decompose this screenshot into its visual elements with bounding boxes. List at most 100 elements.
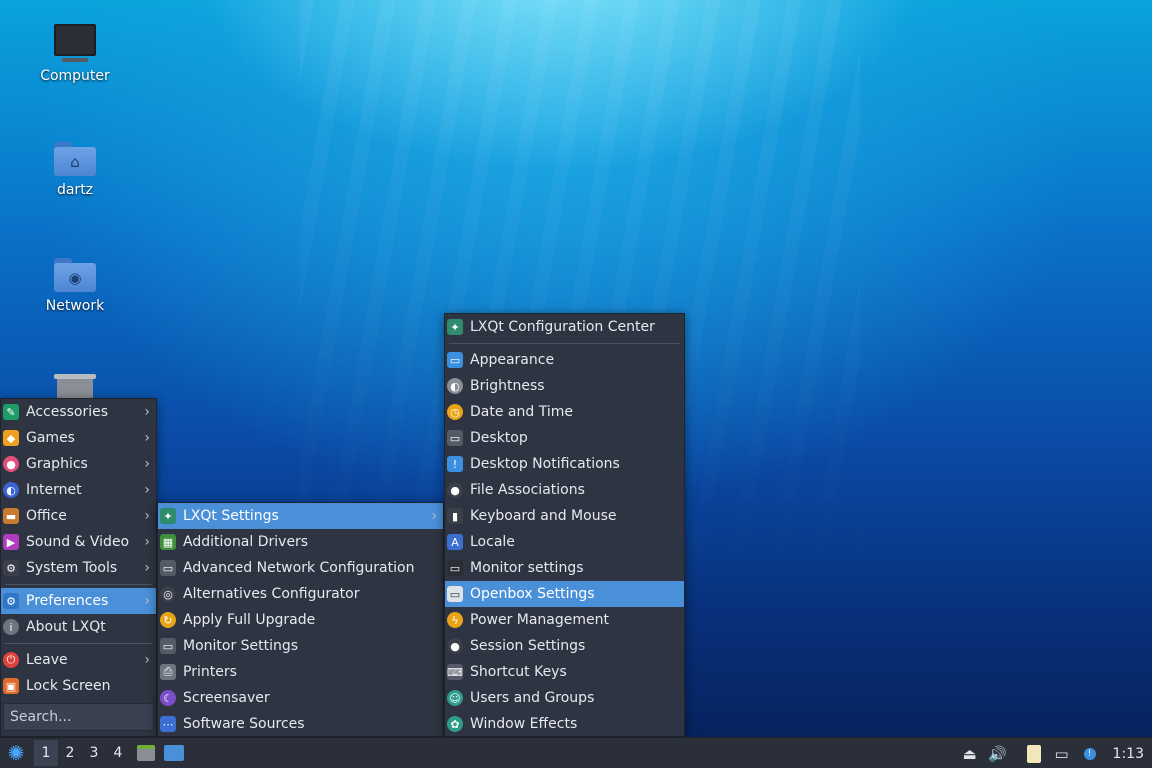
monitor-icon: ▭ — [160, 638, 176, 654]
menu-item-label: Leave — [26, 652, 68, 668]
menu-item-locale[interactable]: A Locale — [445, 529, 684, 555]
menu-item-apply-full-upgrade[interactable]: ↻ Apply Full Upgrade — [158, 607, 443, 633]
games-icon: ◆ — [3, 430, 19, 446]
file-manager-launcher[interactable] — [134, 741, 158, 765]
menu-item-printers[interactable]: ⎙ Printers — [158, 659, 443, 685]
preferences-submenu: ✦ LXQt Settings › ▦ Additional Drivers ▭… — [157, 502, 444, 737]
menu-item-label: Printers — [183, 664, 237, 680]
desktop-icon-trash[interactable] — [30, 374, 120, 398]
menu-item-preferences[interactable]: ⚙ Preferences › — [1, 588, 156, 614]
desktop-icon-label: dartz — [56, 182, 94, 198]
menu-item-label: Graphics — [26, 456, 88, 472]
menu-item-screensaver[interactable]: ☾ Screensaver — [158, 685, 443, 711]
clock-icon: ◷ — [447, 404, 463, 420]
menu-item-power-management[interactable]: ϟ Power Management — [445, 607, 684, 633]
menu-item-label: Date and Time — [470, 404, 573, 420]
menu-item-network-config[interactable]: ▭ Advanced Network Configuration — [158, 555, 443, 581]
menu-item-label: Locale — [470, 534, 515, 550]
keyboard-icon: ⌨ — [447, 664, 463, 680]
volume-icon[interactable]: 🔊 — [987, 743, 1009, 765]
desktop-4-button[interactable]: 4 — [106, 740, 130, 766]
menu-item-label: Lock Screen — [26, 678, 111, 694]
chevron-right-icon: › — [144, 508, 150, 524]
menu-item-lxqt-config-center[interactable]: ✦ LXQt Configuration Center — [445, 314, 684, 340]
sound-video-icon: ▶ — [3, 534, 19, 550]
menu-item-users-groups[interactable]: ☺ Users and Groups — [445, 685, 684, 711]
desktop-1-button[interactable]: 1 — [34, 740, 58, 766]
show-desktop-button[interactable] — [162, 741, 186, 765]
menu-separator — [5, 643, 152, 644]
menu-item-accessories[interactable]: ✎ Accessories › — [1, 399, 156, 425]
menu-item-lock-screen[interactable]: ▣ Lock Screen — [1, 673, 156, 699]
menu-item-label: Keyboard and Mouse — [470, 508, 617, 524]
start-menu-button[interactable]: ✺ — [2, 739, 30, 767]
menu-item-label: Apply Full Upgrade — [183, 612, 316, 628]
menu-item-label: Window Effects — [470, 716, 578, 732]
menu-item-label: System Tools — [26, 560, 118, 576]
chevron-right-icon: › — [431, 508, 437, 524]
network-status-icon[interactable]: ▭ — [1051, 743, 1073, 765]
search-input[interactable]: Search... — [3, 703, 154, 731]
menu-item-software-sources[interactable]: ⋯ Software Sources — [158, 711, 443, 737]
menu-item-label: Desktop — [470, 430, 528, 446]
menu-item-system-tools[interactable]: ⚙ System Tools › — [1, 555, 156, 581]
openbox-icon: ▭ — [447, 586, 463, 602]
home-folder-icon: ⌂ — [54, 142, 96, 176]
menu-item-alternatives[interactable]: ◎ Alternatives Configurator — [158, 581, 443, 607]
menu-item-openbox-settings[interactable]: ▭ Openbox Settings — [445, 581, 684, 607]
menu-item-appearance[interactable]: ▭ Appearance — [445, 347, 684, 373]
menu-item-file-associations[interactable]: ● File Associations — [445, 477, 684, 503]
menu-item-lxqt-settings[interactable]: ✦ LXQt Settings › — [158, 503, 443, 529]
menu-separator — [449, 343, 680, 344]
notifications-icon: ! — [447, 456, 463, 472]
menu-item-desktop-notifications[interactable]: ! Desktop Notifications — [445, 451, 684, 477]
session-icon: ● — [447, 638, 463, 654]
menu-item-desktop[interactable]: ▭ Desktop — [445, 425, 684, 451]
menu-item-additional-drivers[interactable]: ▦ Additional Drivers — [158, 529, 443, 555]
desktop-icon-home[interactable]: ⌂ dartz — [30, 142, 120, 198]
accessories-icon: ✎ — [3, 404, 19, 420]
menu-item-shortcut-keys[interactable]: ⌨ Shortcut Keys — [445, 659, 684, 685]
system-tools-icon: ⚙ — [3, 560, 19, 576]
menu-item-date-time[interactable]: ◷ Date and Time — [445, 399, 684, 425]
desktop-icon-computer[interactable]: Computer — [30, 24, 120, 84]
menu-item-leave[interactable]: ⏻ Leave › — [1, 647, 156, 673]
desktop-2-button[interactable]: 2 — [58, 740, 82, 766]
lock-icon: ▣ — [3, 678, 19, 694]
clipboard-icon[interactable] — [1023, 743, 1045, 765]
clipboard-shape — [1026, 744, 1041, 763]
lxqt-icon: ✦ — [160, 508, 176, 524]
eject-icon[interactable]: ⏏ — [959, 743, 981, 765]
menu-item-keyboard-mouse[interactable]: ▮ Keyboard and Mouse — [445, 503, 684, 529]
locale-icon: A — [447, 534, 463, 550]
users-icon: ☺ — [447, 690, 463, 706]
chevron-right-icon: › — [144, 560, 150, 576]
trash-icon — [54, 374, 96, 398]
monitor-icon: ▭ — [447, 560, 463, 576]
drivers-icon: ▦ — [160, 534, 176, 550]
lxqt-config-icon: ✦ — [447, 319, 463, 335]
desktop-icon-label: Computer — [40, 68, 110, 84]
desktop-3-button[interactable]: 3 — [82, 740, 106, 766]
menu-item-sound-video[interactable]: ▶ Sound & Video › — [1, 529, 156, 555]
menu-item-about[interactable]: i About LXQt — [1, 614, 156, 640]
menu-item-graphics[interactable]: ● Graphics › — [1, 451, 156, 477]
menu-item-games[interactable]: ◆ Games › — [1, 425, 156, 451]
menu-item-internet[interactable]: ◐ Internet › — [1, 477, 156, 503]
desktop-icon-network[interactable]: ◉ Network — [30, 258, 120, 314]
network-folder-icon: ◉ — [54, 258, 96, 292]
menu-item-monitor-settings[interactable]: ▭ Monitor Settings — [158, 633, 443, 659]
menu-item-window-effects[interactable]: ✿ Window Effects — [445, 711, 684, 737]
menu-item-label: About LXQt — [26, 619, 106, 635]
menu-item-label: Office — [26, 508, 67, 524]
menu-item-monitor-settings[interactable]: ▭ Monitor settings — [445, 555, 684, 581]
menu-item-session-settings[interactable]: ● Session Settings — [445, 633, 684, 659]
clock[interactable]: 1:13 — [1113, 746, 1144, 762]
screensaver-icon: ☾ — [160, 690, 176, 706]
menu-item-office[interactable]: ▬ Office › — [1, 503, 156, 529]
menu-item-brightness[interactable]: ◐ Brightness — [445, 373, 684, 399]
menu-item-label: Desktop Notifications — [470, 456, 620, 472]
update-notifier-icon[interactable]: ! — [1079, 743, 1101, 765]
menu-item-label: Accessories — [26, 404, 109, 420]
main-menu: ✎ Accessories › ◆ Games › ● Graphics › ◐… — [0, 398, 157, 737]
